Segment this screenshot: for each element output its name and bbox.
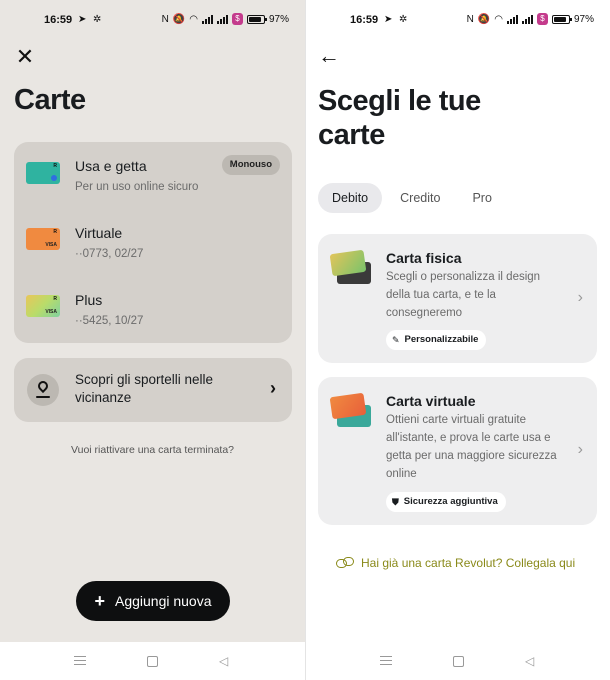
offer-description: Ottieni carte virtuali gratuite all'ista… bbox=[386, 414, 557, 480]
visa-mark: VISA bbox=[45, 242, 57, 248]
tab-credito[interactable]: Credito bbox=[386, 183, 454, 213]
system-nav-bar: ◁ bbox=[306, 642, 610, 680]
status-bar: 16:59 ➤ ✲ N 🔕 ◠ $ 97% bbox=[0, 0, 305, 40]
page-title: Scegli le tue carte bbox=[318, 85, 481, 151]
feature-badge: ⛊ Sicurezza aggiuntiva bbox=[386, 492, 506, 512]
battery-icon bbox=[551, 14, 572, 24]
card-name: Plus bbox=[75, 292, 103, 308]
recent-apps-icon[interactable] bbox=[74, 656, 86, 665]
telegram-icon: ➤ bbox=[78, 14, 87, 25]
badge-label: Personalizzabile bbox=[404, 334, 479, 345]
offer-title: Carta virtuale bbox=[386, 393, 476, 409]
tab-debito[interactable]: Debito bbox=[318, 183, 383, 213]
nfc-icon: N bbox=[161, 13, 169, 25]
atm-finder-button[interactable]: Scopri gli sportelli nelle vicinanze › bbox=[14, 358, 292, 422]
close-button[interactable]: ✕ bbox=[14, 46, 36, 68]
virtual-card-illustration bbox=[329, 392, 371, 429]
close-icon: ✕ bbox=[15, 44, 35, 69]
nfc-icon: N bbox=[466, 13, 474, 25]
card-item-virtual[interactable]: R VISA Virtuale ··0773, 02/27 bbox=[14, 219, 292, 281]
home-icon[interactable] bbox=[453, 656, 464, 667]
card-thumbnail-icon: R VISA bbox=[26, 228, 60, 250]
card-brand-mark: R bbox=[53, 296, 57, 302]
add-new-label: Aggiungi nuova bbox=[114, 593, 212, 609]
offer-description: Scegli o personalizza il design della tu… bbox=[386, 271, 541, 319]
card-name: Virtuale bbox=[75, 225, 123, 241]
battery-icon bbox=[246, 14, 267, 24]
status-icons: N 🔕 ◠ $ 97% bbox=[467, 13, 594, 25]
link-icon bbox=[336, 557, 354, 569]
page-title: Carte bbox=[14, 84, 86, 116]
back-button[interactable]: ← bbox=[318, 44, 340, 68]
status-badge: Monouso bbox=[221, 155, 280, 175]
chevron-right-icon: › bbox=[270, 378, 276, 398]
signal-icon bbox=[201, 14, 213, 24]
card-item-disposable[interactable]: R Usa e getta Per un uso online sicuro M… bbox=[14, 152, 292, 214]
vpn-shield-icon: $ bbox=[231, 13, 243, 25]
status-time: 16:59 bbox=[44, 14, 73, 26]
settings-status-icon: ✲ bbox=[93, 14, 102, 25]
cards-screen: 16:59 ➤ ✲ N 🔕 ◠ $ 97% ✕ Carte R Usa e ge… bbox=[0, 0, 305, 680]
telegram-icon: ➤ bbox=[384, 14, 393, 25]
shield-icon: ⛊ bbox=[392, 497, 399, 507]
atm-finder-label: Scopri gli sportelli nelle vicinanze bbox=[75, 372, 214, 405]
back-triangle-icon[interactable]: ◁ bbox=[219, 654, 228, 668]
card-thumbnail-icon: R bbox=[26, 162, 60, 184]
offer-title: Carta fisica bbox=[386, 250, 462, 266]
card-dot-icon bbox=[51, 175, 57, 181]
link-label: Hai già una carta Revolut? Collegala qui bbox=[361, 556, 576, 570]
brush-icon: ✎ bbox=[392, 335, 400, 345]
physical-card-illustration bbox=[329, 249, 371, 286]
signal-icon-2 bbox=[216, 14, 228, 24]
feature-badge: ✎ Personalizzabile bbox=[386, 330, 487, 350]
card-thumbnail-icon: R VISA bbox=[26, 295, 60, 317]
physical-card-option[interactable]: Carta fisica Scegli o personalizza il de… bbox=[318, 234, 597, 363]
card-type-tabs: Debito Credito Pro bbox=[318, 183, 506, 213]
card-brand-mark: R bbox=[53, 163, 57, 169]
system-nav-bar: ◁ bbox=[0, 642, 305, 680]
arrow-left-icon: ← bbox=[318, 43, 340, 68]
card-subtitle: ··0773, 02/27 bbox=[75, 248, 144, 260]
choose-cards-screen: 16:59 ➤ ✲ N 🔕 ◠ $ 97% ← Scegli le tue ca… bbox=[305, 0, 610, 680]
signal-icon-2 bbox=[521, 14, 533, 24]
status-bar: 16:59 ➤ ✲ N 🔕 ◠ $ 97% bbox=[306, 0, 610, 40]
plus-icon: + bbox=[94, 591, 105, 611]
wifi-icon: ◠ bbox=[494, 13, 503, 25]
battery-percent: 97% bbox=[573, 13, 594, 25]
card-subtitle: ··5425, 10/27 bbox=[75, 315, 144, 327]
battery-percent: 97% bbox=[268, 13, 289, 25]
link-existing-card-link[interactable]: Hai già una carta Revolut? Collegala qui bbox=[336, 556, 575, 570]
card-item-plus[interactable]: R VISA Plus ··5425, 10/27 bbox=[14, 286, 292, 348]
back-triangle-icon[interactable]: ◁ bbox=[525, 654, 534, 668]
tab-pro[interactable]: Pro bbox=[458, 183, 505, 213]
recent-apps-icon[interactable] bbox=[380, 656, 392, 665]
visa-mark: VISA bbox=[45, 309, 57, 315]
home-icon[interactable] bbox=[147, 656, 158, 667]
settings-status-icon: ✲ bbox=[399, 14, 408, 25]
mute-icon: 🔕 bbox=[477, 13, 491, 25]
wifi-icon: ◠ bbox=[189, 13, 198, 25]
mute-icon: 🔕 bbox=[172, 13, 186, 25]
vpn-shield-icon: $ bbox=[536, 13, 548, 25]
card-subtitle: Per un uso online sicuro bbox=[75, 181, 199, 193]
card-brand-mark: R bbox=[53, 229, 57, 235]
signal-icon bbox=[506, 14, 518, 24]
chevron-right-icon: › bbox=[577, 441, 583, 458]
virtual-card-option[interactable]: Carta virtuale Ottieni carte virtuali gr… bbox=[318, 377, 597, 525]
chevron-right-icon: › bbox=[577, 289, 583, 306]
card-name: Usa e getta bbox=[75, 158, 147, 174]
status-icons: N 🔕 ◠ $ 97% bbox=[162, 13, 289, 25]
cards-list: R Usa e getta Per un uso online sicuro M… bbox=[14, 142, 292, 343]
map-pin-icon bbox=[27, 374, 59, 406]
reactivate-card-link[interactable]: Vuoi riattivare una carta terminata? bbox=[0, 444, 305, 456]
badge-label: Sicurezza aggiuntiva bbox=[403, 496, 498, 507]
add-new-card-button[interactable]: + Aggiungi nuova bbox=[76, 581, 230, 621]
status-time: 16:59 bbox=[350, 14, 379, 26]
